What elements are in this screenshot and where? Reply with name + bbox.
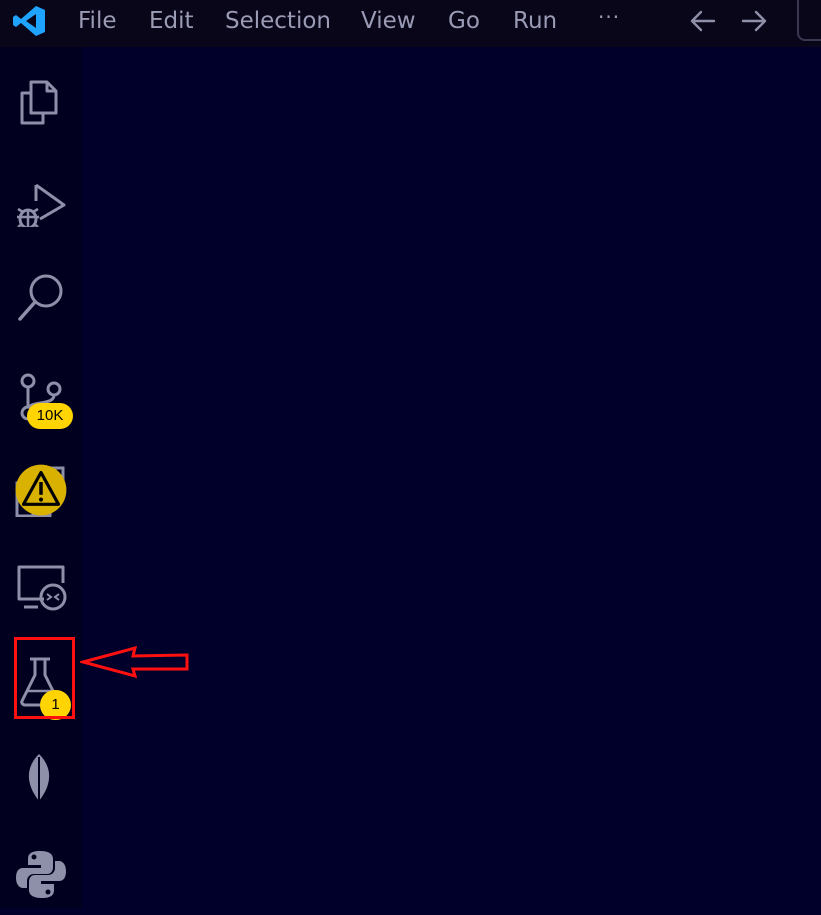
editor-area[interactable] xyxy=(82,47,821,908)
activity-source-control[interactable]: 10K xyxy=(0,355,82,435)
title-bar: File Edit Selection View Go Run ··· xyxy=(0,0,821,47)
annotation-highlight-box xyxy=(14,637,75,719)
activity-run-debug[interactable] xyxy=(0,161,82,241)
menu-more-button[interactable]: ··· xyxy=(598,2,620,32)
warning-icon xyxy=(15,464,67,516)
activity-remote-explorer[interactable] xyxy=(0,547,82,627)
menu-run[interactable]: Run xyxy=(513,6,557,36)
command-center[interactable] xyxy=(797,0,821,41)
activity-bar: 10K 1 xyxy=(0,47,82,908)
vscode-logo-icon[interactable] xyxy=(12,5,46,37)
source-control-badge: 10K xyxy=(27,403,73,429)
run-debug-icon xyxy=(17,183,66,227)
activity-extensions[interactable] xyxy=(0,451,82,531)
activity-python[interactable] xyxy=(0,835,82,915)
leaf-icon xyxy=(28,754,50,805)
python-icon xyxy=(16,851,66,898)
search-icon xyxy=(18,274,63,321)
arrow-left-icon[interactable] xyxy=(687,6,719,36)
files-icon xyxy=(20,80,58,125)
arrow-right-icon[interactable] xyxy=(738,6,770,36)
menu-file[interactable]: File xyxy=(78,6,117,36)
menu-edit[interactable]: Edit xyxy=(149,6,194,36)
activity-explorer[interactable] xyxy=(0,61,82,141)
activity-search[interactable] xyxy=(0,257,82,337)
annotation-arrow-icon xyxy=(80,645,189,679)
menu-view[interactable]: View xyxy=(361,6,416,36)
menu-selection[interactable]: Selection xyxy=(225,6,331,36)
menu-go[interactable]: Go xyxy=(448,6,480,36)
remote-explorer-icon xyxy=(17,565,67,611)
activity-mongodb[interactable] xyxy=(0,739,82,819)
